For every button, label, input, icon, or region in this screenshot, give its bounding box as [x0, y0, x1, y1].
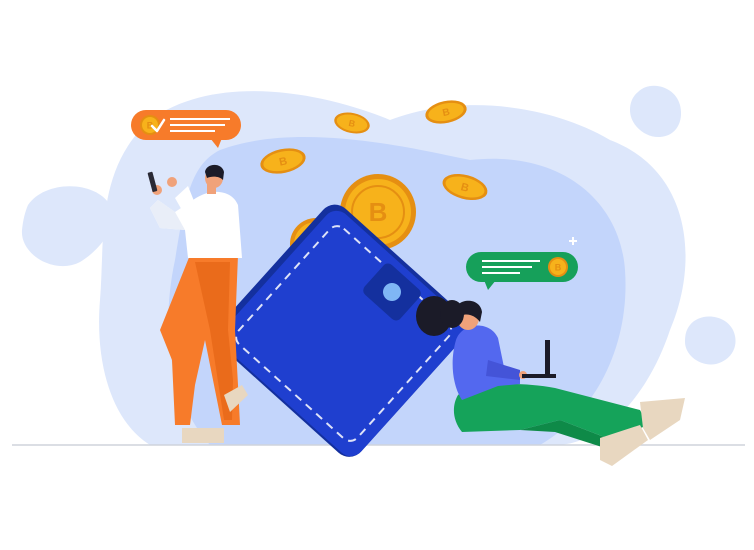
- bitcoin-coin-icon: B: [548, 257, 568, 277]
- woman-shoe-right: [640, 398, 685, 440]
- left-small-blob: [21, 186, 113, 267]
- man-shoe-left: [182, 428, 224, 443]
- svg-text:B: B: [369, 197, 388, 227]
- top-right-blob: [630, 85, 682, 138]
- man-hand: [167, 177, 177, 187]
- woman-hair-bun: [440, 300, 464, 328]
- svg-text:B: B: [555, 263, 562, 273]
- right-small-blob: [685, 316, 736, 365]
- crypto-wallet-illustration: B B B B B B B: [12, 85, 745, 466]
